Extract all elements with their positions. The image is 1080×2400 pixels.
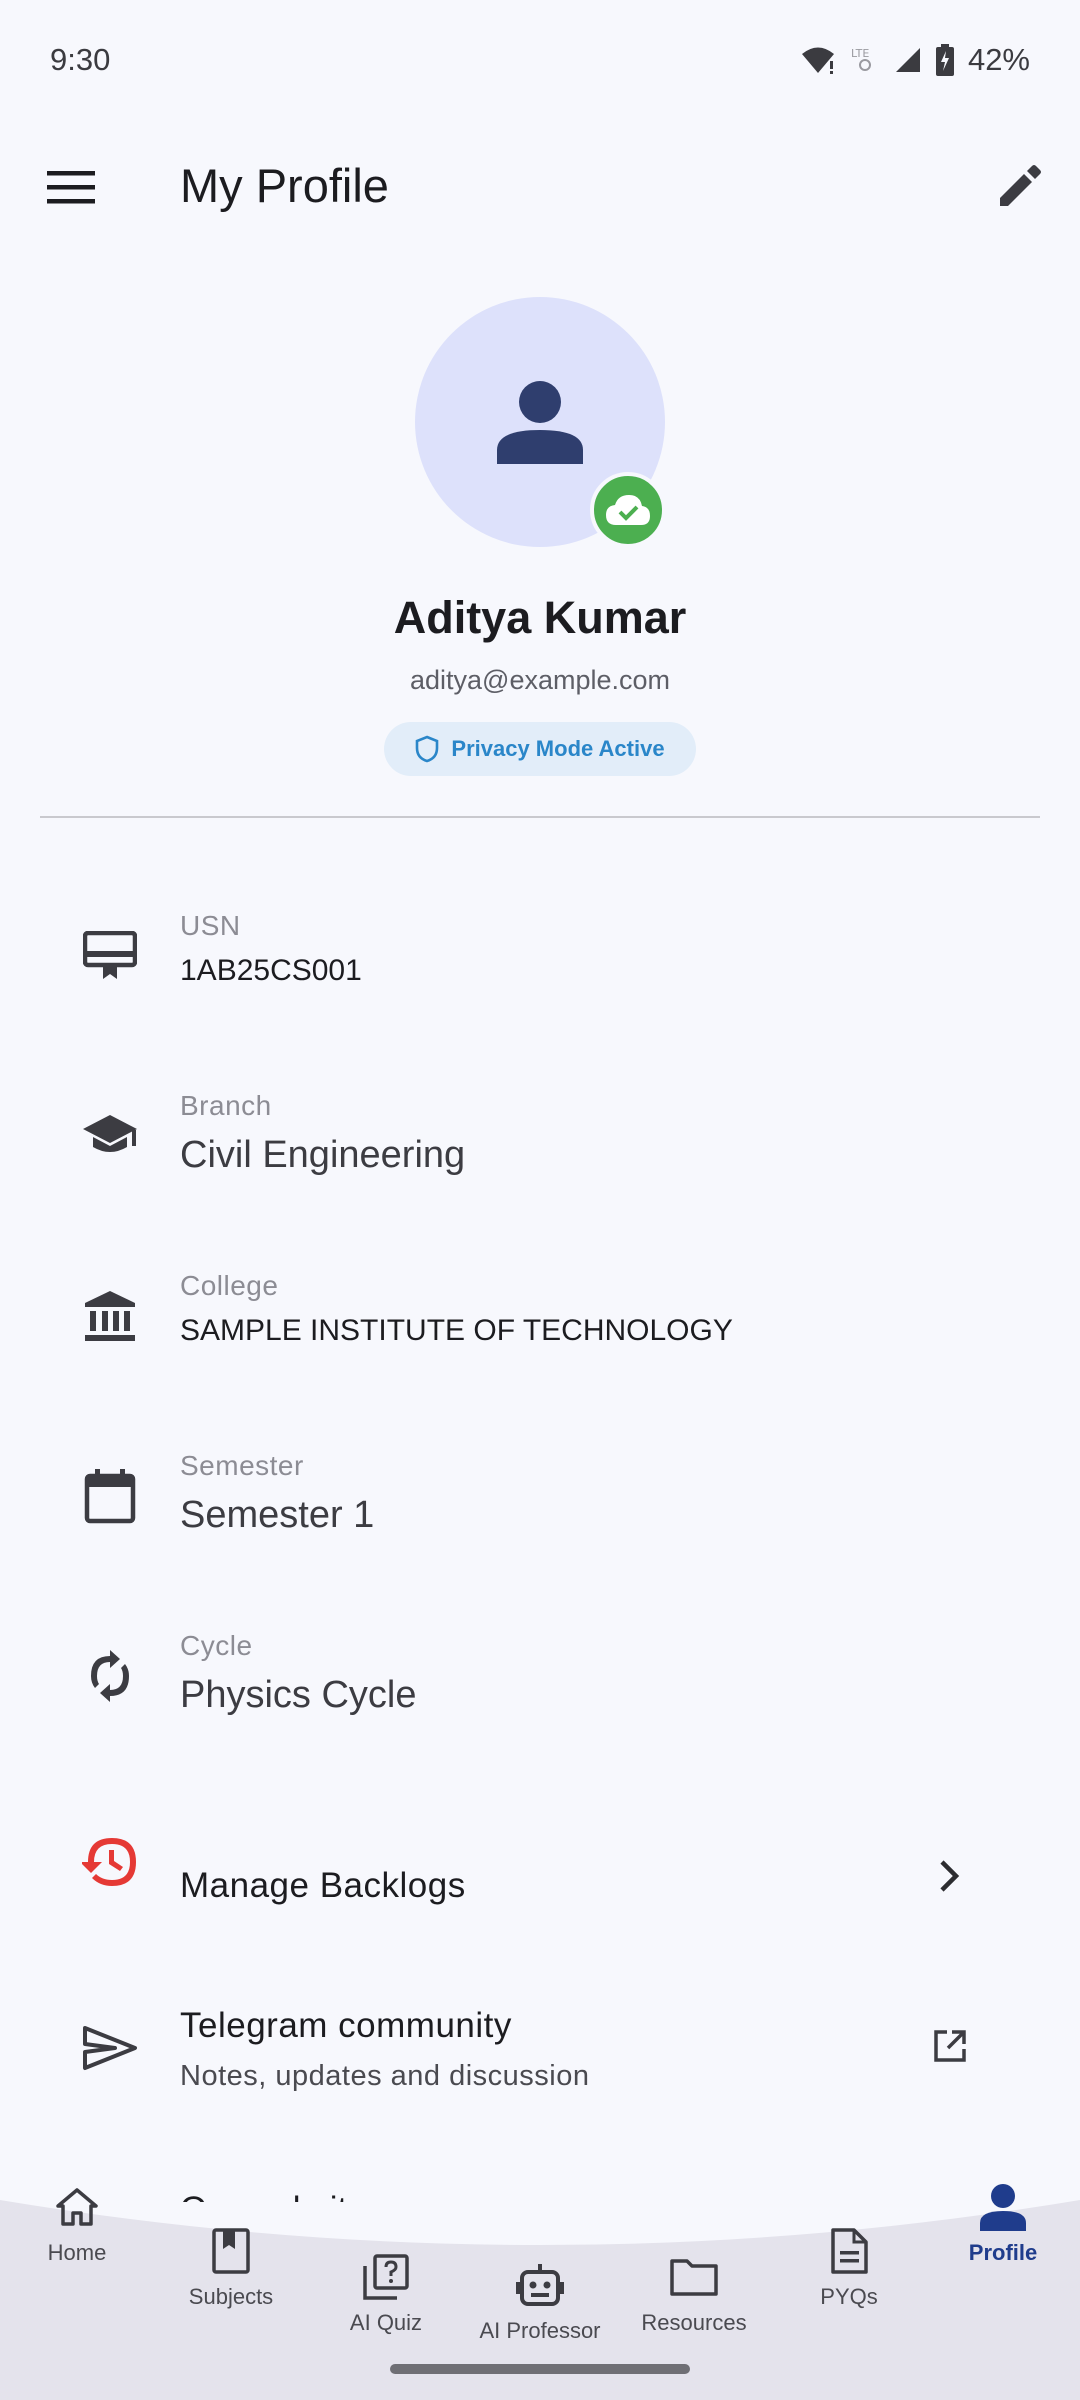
- info-item-usn: USN 1AB25CS001: [0, 902, 1080, 1022]
- nav-item-profile[interactable]: Profile: [928, 2180, 1078, 2266]
- manage-backlogs-item[interactable]: Manage Backlogs: [0, 1828, 1080, 1948]
- home-indicator[interactable]: [390, 2364, 690, 2374]
- battery-percent: 42%: [967, 42, 1030, 77]
- sync-icon: [78, 1644, 142, 1708]
- nav-label: Home: [47, 2240, 107, 2265]
- status-bar: 9:30 LTE 42%: [0, 0, 1080, 120]
- nav-item-subjects[interactable]: Subjects: [156, 2224, 306, 2310]
- menu-icon: [47, 171, 95, 204]
- profile-email: aditya@example.com: [409, 665, 671, 695]
- info-item-cycle: Cycle Physics Cycle: [0, 1622, 1080, 1742]
- battery-charging-icon: [935, 44, 954, 76]
- info-item-semester: Semester Semester 1: [0, 1442, 1080, 1562]
- nav-item-ai-quiz[interactable]: AI Quiz: [311, 2250, 461, 2336]
- wifi-icon: [801, 47, 834, 74]
- id-card-icon: [78, 924, 142, 988]
- privacy-mode-badge: Privacy Mode Active: [384, 722, 696, 776]
- info-label: College: [180, 1270, 279, 1301]
- info-value: Physics Cycle: [180, 1674, 417, 1716]
- person-avatar-icon: [497, 381, 583, 464]
- send-icon: [78, 2016, 142, 2080]
- profile-name: Aditya Kumar: [393, 592, 687, 643]
- document-icon: [822, 2224, 876, 2278]
- shield-icon: [416, 735, 439, 763]
- nav-label: PYQs: [820, 2284, 878, 2309]
- status-icons: LTE 42%: [800, 42, 1030, 78]
- signal-icon: [895, 48, 920, 72]
- action-subtitle: Notes, updates and discussion: [180, 2060, 590, 2092]
- info-label: Branch: [180, 1090, 272, 1121]
- info-value: Semester 1: [180, 1494, 375, 1536]
- nav-item-home[interactable]: Home: [2, 2180, 152, 2266]
- folder-icon: [667, 2250, 721, 2304]
- nav-label: Subjects: [188, 2284, 274, 2309]
- open-external-icon: [920, 2016, 980, 2076]
- nav-label: Resources: [641, 2310, 747, 2335]
- svg-text:LTE: LTE: [851, 47, 869, 60]
- nav-label: AI Quiz: [349, 2310, 423, 2335]
- nav-label: Profile: [968, 2240, 1038, 2265]
- info-item-college: College SAMPLE INSTITUTE OF TECHNOLOGY: [0, 1262, 1080, 1382]
- chevron-right-icon: [920, 1846, 980, 1906]
- nav-item-pyqs[interactable]: PYQs: [774, 2224, 924, 2310]
- home-icon: [50, 2180, 104, 2234]
- app-bar: My Profile: [0, 130, 1080, 242]
- info-item-branch: Branch Civil Engineering: [0, 1082, 1080, 1202]
- robot-icon: [513, 2258, 567, 2312]
- institution-icon: [78, 1284, 142, 1348]
- menu-button[interactable]: [40, 156, 102, 218]
- lte-icon: LTE: [851, 47, 871, 71]
- page-title: My Profile: [180, 159, 389, 212]
- calendar-icon: [78, 1464, 142, 1528]
- info-value: SAMPLE INSTITUTE OF TECHNOLOGY: [180, 1314, 733, 1347]
- edit-icon: [1000, 165, 1041, 206]
- info-label: Semester: [180, 1450, 304, 1481]
- info-value: 1AB25CS001: [180, 954, 362, 987]
- quiz-icon: [359, 2250, 413, 2304]
- nav-item-ai-professor[interactable]: AI Professor: [465, 2258, 615, 2344]
- status-time: 9:30: [50, 42, 111, 77]
- cloud-done-icon: [606, 495, 650, 525]
- avatar-container[interactable]: [415, 297, 666, 548]
- info-label: USN: [180, 910, 241, 941]
- divider: [40, 816, 1040, 818]
- privacy-badge-label: Privacy Mode Active: [451, 736, 665, 761]
- telegram-community-item[interactable]: Telegram community Notes, updates and di…: [0, 1990, 1080, 2110]
- bookmark-book-icon: [204, 2224, 258, 2278]
- info-value: Civil Engineering: [180, 1134, 466, 1176]
- person-icon: [976, 2180, 1030, 2234]
- school-icon: [78, 1104, 142, 1168]
- action-title: Manage Backlogs: [180, 1866, 466, 1905]
- nav-label: AI Professor: [479, 2318, 601, 2343]
- nav-item-resources[interactable]: Resources: [619, 2250, 769, 2336]
- action-title: Telegram community: [180, 2006, 512, 2045]
- cloud-sync-badge: [590, 472, 666, 548]
- history-icon: [78, 1830, 142, 1894]
- edit-profile-button[interactable]: [990, 156, 1050, 216]
- info-label: Cycle: [180, 1630, 253, 1661]
